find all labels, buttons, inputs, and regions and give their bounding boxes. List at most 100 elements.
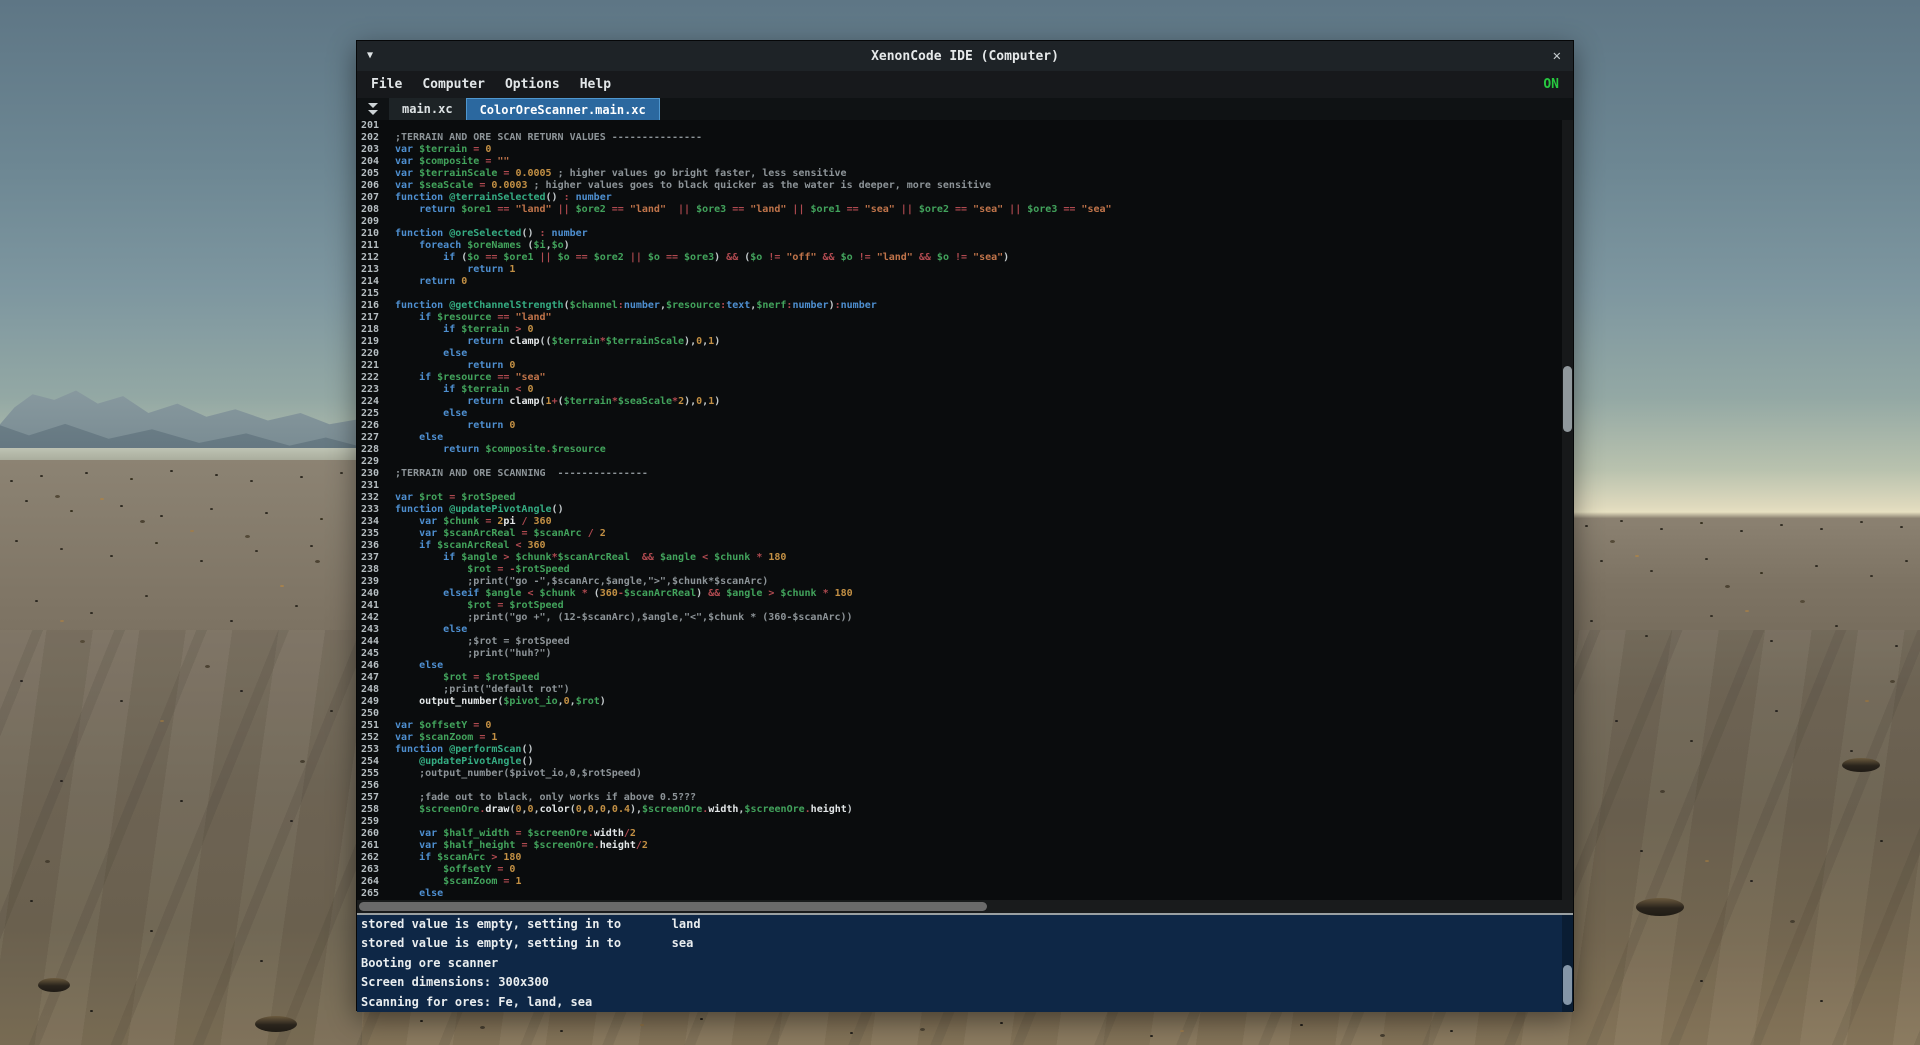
editor-horizontal-scrollbar[interactable] (357, 900, 1573, 913)
code-text (391, 216, 395, 228)
console-line: Screen dimensions: 300x300 (357, 973, 1573, 992)
code-text: var $terrain = 0 (391, 144, 491, 156)
console-scrollbar[interactable] (1562, 915, 1573, 1012)
code-line: 204var $composite = "" (357, 156, 1573, 168)
code-text (391, 288, 395, 300)
code-text: function @updatePivotAngle() (391, 504, 564, 516)
line-number: 214 (357, 276, 391, 288)
code-line: 252var $scanZoom = 1 (357, 732, 1573, 744)
window-title: XenonCode IDE (Computer) (357, 49, 1573, 64)
code-line: 239 ;print("go -",$scanArc,$angle,">",$c… (357, 576, 1573, 588)
menu-file[interactable]: File (371, 77, 402, 92)
menu-options[interactable]: Options (505, 77, 560, 92)
tab-bar: main.xcColorOreScanner.main.xc (357, 98, 1573, 120)
editor-vertical-scrollbar[interactable] (1562, 120, 1573, 900)
code-text: var $seaScale = 0.0003 ; higher values g… (391, 180, 991, 192)
code-text: ;print("default rot") (391, 684, 570, 696)
line-number: 211 (357, 240, 391, 252)
code-text: $screenOre.draw(0,0,color(0,0,0,0.4),$sc… (391, 804, 853, 816)
code-line: 219 return clamp(($terrain*$terrainScale… (357, 336, 1573, 348)
code-line: 244 ;$rot = $rotSpeed (357, 636, 1573, 648)
close-icon[interactable]: ✕ (1553, 48, 1561, 64)
line-number: 236 (357, 540, 391, 552)
line-number: 242 (357, 612, 391, 624)
code-text: return clamp(($terrain*$terrainScale),0,… (391, 336, 720, 348)
code-line: 236 if $scanArcReal < 360 (357, 540, 1573, 552)
code-text: $scanZoom = 1 (391, 876, 521, 888)
console-scrollbar-thumb[interactable] (1563, 965, 1572, 1005)
tab-ColorOreScanner.main.xc[interactable]: ColorOreScanner.main.xc (466, 98, 660, 120)
code-line: 216function @getChannelStrength($channel… (357, 300, 1573, 312)
menu-help[interactable]: Help (580, 77, 611, 92)
code-text: else (391, 888, 443, 900)
code-line: 238 $rot = -$rotSpeed (357, 564, 1573, 576)
line-number: 246 (357, 660, 391, 672)
line-number: 226 (357, 420, 391, 432)
line-number: 227 (357, 432, 391, 444)
code-text: else (391, 348, 467, 360)
code-line: 251var $offsetY = 0 (357, 720, 1573, 732)
line-number: 259 (357, 816, 391, 828)
line-number: 217 (357, 312, 391, 324)
line-number: 224 (357, 396, 391, 408)
code-line: 237 if $angle > $chunk*$scanArcReal && $… (357, 552, 1573, 564)
code-text: else (391, 660, 443, 672)
line-number: 202 (357, 132, 391, 144)
line-number: 220 (357, 348, 391, 360)
code-line: 215 (357, 288, 1573, 300)
line-number: 232 (357, 492, 391, 504)
editor-horizontal-scrollbar-thumb[interactable] (359, 902, 987, 911)
line-number: 233 (357, 504, 391, 516)
line-number: 250 (357, 708, 391, 720)
code-text: $rot = $rotSpeed (391, 600, 564, 612)
code-text: var $composite = "" (391, 156, 509, 168)
code-text: ;$rot = $rotSpeed (391, 636, 570, 648)
code-text: return $composite.$resource (391, 444, 606, 456)
code-line: 265 else (357, 888, 1573, 900)
line-number: 207 (357, 192, 391, 204)
code-text: return 1 (391, 264, 515, 276)
tab-list-chevron-icon[interactable] (357, 98, 389, 120)
code-line: 225 else (357, 408, 1573, 420)
code-line: 258 $screenOre.draw(0,0,color(0,0,0,0.4)… (357, 804, 1573, 816)
boulder (255, 1016, 297, 1032)
menu-computer[interactable]: Computer (422, 77, 485, 92)
code-text: var $half_height = $screenOre.height/2 (391, 840, 648, 852)
line-number: 264 (357, 876, 391, 888)
code-line: 260 var $half_width = $screenOre.width/2 (357, 828, 1573, 840)
line-number: 223 (357, 384, 391, 396)
console-output[interactable]: stored value is empty, setting in to lan… (357, 913, 1573, 1012)
line-number: 234 (357, 516, 391, 528)
code-text: function @getChannelStrength($channel:nu… (391, 300, 877, 312)
tab-main.xc[interactable]: main.xc (389, 98, 466, 120)
line-number: 209 (357, 216, 391, 228)
editor-vertical-scrollbar-thumb[interactable] (1563, 366, 1572, 432)
code-line: 217 if $resource == "land" (357, 312, 1573, 324)
code-text: var $offsetY = 0 (391, 720, 491, 732)
code-text: if $scanArc > 180 (391, 852, 521, 864)
code-line: 235 var $scanArcReal = $scanArc / 2 (357, 528, 1573, 540)
menu-bar: File Computer Options Help ON (357, 71, 1573, 98)
code-line: 255 ;output_number($pivot_io,0,$rotSpeed… (357, 768, 1573, 780)
code-line: 213 return 1 (357, 264, 1573, 276)
code-line: 218 if $terrain > 0 (357, 324, 1573, 336)
line-number: 241 (357, 600, 391, 612)
code-text: else (391, 432, 443, 444)
title-bar[interactable]: ▼ XenonCode IDE (Computer) ✕ (357, 41, 1573, 71)
code-text: var $scanArcReal = $scanArc / 2 (391, 528, 606, 540)
code-line: 264 $scanZoom = 1 (357, 876, 1573, 888)
code-text: var $rot = $rotSpeed (391, 492, 515, 504)
code-text (391, 816, 395, 828)
boulder (1636, 898, 1684, 916)
code-editor[interactable]: 201202;TERRAIN AND ORE SCAN RETURN VALUE… (357, 120, 1573, 900)
code-line: 211 foreach $oreNames ($i,$o) (357, 240, 1573, 252)
line-number: 204 (357, 156, 391, 168)
line-number: 222 (357, 372, 391, 384)
line-number: 225 (357, 408, 391, 420)
power-status-badge[interactable]: ON (1543, 77, 1559, 92)
console-line: Booting ore scanner (357, 954, 1573, 973)
code-text (391, 120, 395, 132)
code-text: var $terrainScale = 0.0005 ; higher valu… (391, 168, 847, 180)
code-text: elseif $angle < $chunk * (360-$scanArcRe… (391, 588, 853, 600)
code-line: 233function @updatePivotAngle() (357, 504, 1573, 516)
